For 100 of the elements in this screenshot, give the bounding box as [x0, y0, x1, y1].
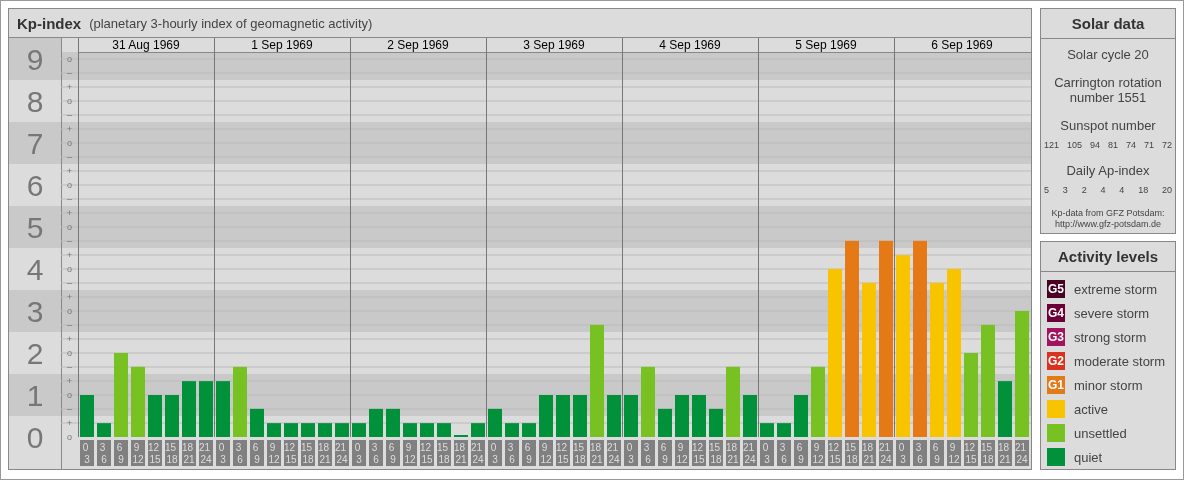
time-slot-label: 21 24	[879, 442, 892, 465]
y-tick-label: 5	[26, 210, 44, 244]
y-tick-label: 7	[26, 126, 44, 160]
kp-bar	[743, 395, 757, 437]
minor-tick-label: –	[67, 194, 72, 204]
sunspot-value: 74	[1125, 140, 1136, 150]
minor-tick-label: –	[67, 278, 72, 288]
time-slot-label: 3 6	[507, 442, 515, 465]
kp-bar	[165, 395, 179, 437]
ap-index-value: 2	[1081, 185, 1087, 195]
level-badge: G1	[1047, 376, 1065, 394]
time-slot-label: 0 3	[82, 442, 90, 465]
kp-bar	[709, 408, 723, 437]
kp-bar	[692, 395, 706, 437]
minor-tick-label: o	[67, 138, 72, 148]
time-slot-label: 18 21	[590, 442, 603, 465]
y-tick-label: 3	[26, 294, 44, 328]
minor-tick-label: +	[66, 124, 73, 134]
kp-bar	[488, 408, 502, 437]
kp-bar	[471, 423, 485, 437]
day-label: 3 Sep 1969	[523, 38, 585, 52]
minor-tick-label: +	[66, 250, 73, 260]
time-slot-label: 6 9	[388, 442, 396, 465]
time-slot-label: 18 21	[998, 442, 1011, 465]
time-slot-label: 15 18	[845, 442, 858, 465]
level-label: quiet	[1074, 449, 1103, 465]
kp-bar	[284, 423, 298, 437]
time-slot-label: 0 3	[354, 442, 362, 465]
sunspot-value: 94	[1090, 140, 1100, 150]
day-label: 6 Sep 1969	[931, 38, 993, 52]
level-badge: G3	[1047, 328, 1065, 346]
y-tick-label: 0	[26, 420, 44, 454]
time-slot-label: 9 12	[812, 442, 824, 465]
level-badge: G5	[1047, 280, 1065, 298]
time-slot-label: 21 24	[471, 442, 484, 465]
sunspot-heading: Sunspot number	[1059, 118, 1157, 133]
time-slot-label: 12 15	[556, 442, 569, 465]
time-slot-label: 9 12	[676, 442, 688, 465]
minor-tick-label: o	[67, 222, 72, 232]
minor-tick-label: –	[67, 68, 72, 78]
time-slot-label: 18 21	[862, 442, 875, 465]
kp-bar	[318, 423, 332, 437]
time-slot-label: 21 24	[743, 442, 756, 465]
minor-tick-label: o	[67, 432, 72, 442]
time-slot-label: 18 21	[182, 442, 195, 465]
time-slot-label: 18 21	[726, 442, 739, 465]
time-slot-label: 21 24	[607, 442, 620, 465]
level-label: active	[1074, 401, 1108, 417]
time-slot-label: 15 18	[301, 442, 314, 465]
minor-tick-label: +	[66, 166, 73, 176]
time-slot-label: 0 3	[626, 442, 634, 465]
time-slot-label: 18 21	[318, 442, 331, 465]
kp-bar	[658, 408, 672, 437]
y-tick-label: 9	[26, 42, 44, 76]
time-slot-label: 15 18	[165, 442, 178, 465]
kp-bar	[556, 395, 570, 437]
time-slot-label: 3 6	[99, 442, 107, 465]
level-label: unsettled	[1074, 425, 1127, 441]
ap-index-heading: Daily Ap-index	[1065, 163, 1151, 178]
sunspot-value: 71	[1143, 140, 1154, 150]
time-slot-label: 12 15	[964, 442, 977, 465]
level-label: severe storm	[1074, 305, 1150, 321]
chart-title: Kp-index	[17, 14, 82, 32]
time-slot-label: 12 15	[284, 442, 297, 465]
kp-bar	[386, 408, 400, 437]
time-slot-label: 21 24	[1015, 442, 1028, 465]
minor-tick-label: +	[66, 292, 73, 302]
minor-tick-label: –	[67, 362, 72, 372]
sunspot-value: 105	[1067, 140, 1083, 150]
time-slot-label: 12 15	[148, 442, 161, 465]
kp-bar	[199, 381, 213, 437]
time-slot-label: 18 21	[454, 442, 467, 465]
kp-bar	[420, 423, 434, 437]
minor-tick-label: –	[67, 320, 72, 330]
carrington-rotation: Carrington rotation number 1551	[1053, 75, 1163, 105]
level-label: extreme storm	[1074, 281, 1158, 297]
time-slot-label: 3 6	[235, 442, 243, 465]
day-label: 1 Sep 1969	[251, 38, 313, 52]
sunspot-value: 72	[1161, 140, 1172, 150]
kp-bar	[352, 423, 366, 437]
minor-tick-label: +	[66, 82, 73, 92]
ap-index-value: 18	[1138, 185, 1149, 195]
ap-index-value: 5	[1044, 185, 1049, 195]
solar-cycle: Solar cycle 20	[1066, 47, 1150, 62]
time-slot-label: 0 3	[898, 442, 906, 465]
time-slot-label: 6 9	[252, 442, 260, 465]
level-label: minor storm	[1074, 377, 1143, 393]
time-slot-label: 6 9	[524, 442, 532, 465]
kp-bar	[182, 381, 196, 437]
y-tick-label: 1	[26, 378, 44, 412]
time-slot-label: 9 12	[540, 442, 552, 465]
time-slot-label: 12 15	[828, 442, 841, 465]
time-slot-label: 12 15	[692, 442, 705, 465]
y-tick-label: 2	[26, 336, 44, 370]
time-slot-label: 6 9	[116, 442, 124, 465]
sunspot-value: 81	[1108, 140, 1118, 150]
ap-index-value: 20	[1161, 185, 1172, 195]
kp-bar	[607, 395, 621, 437]
kp-bar	[80, 395, 94, 437]
time-slot-label: 0 3	[490, 442, 498, 465]
